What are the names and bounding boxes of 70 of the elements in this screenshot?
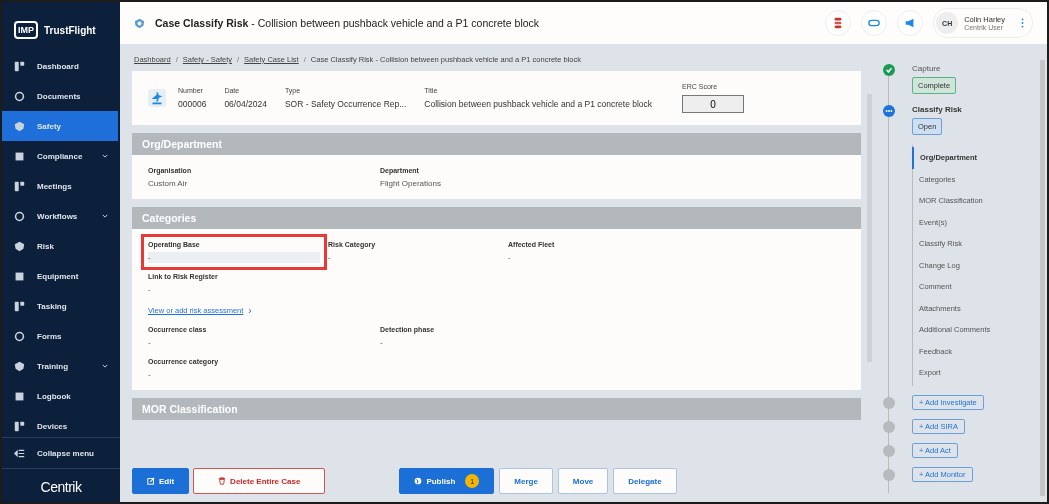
- step-label: Capture: [912, 64, 941, 73]
- step-label: Classify Risk: [912, 105, 962, 114]
- field-value: -: [148, 369, 151, 380]
- announcement-button[interactable]: [897, 10, 924, 36]
- section-header: Categories: [132, 207, 861, 229]
- menu-item-icon: [14, 270, 25, 282]
- menu-item-icon: [14, 120, 25, 132]
- action-button[interactable]: Move: [557, 468, 609, 494]
- chevron-down-icon: [102, 364, 108, 368]
- menu-item-icon: [14, 330, 25, 342]
- page-title: Case Classify Risk - Collision between pushback vehicle and a P1 concrete block: [155, 17, 540, 29]
- chevron-down-icon: [102, 154, 108, 158]
- more-icon: [1021, 18, 1024, 28]
- action-button[interactable]: Delegate: [613, 468, 677, 494]
- menu-item-icon: [14, 420, 25, 432]
- field-value: Flight Operations: [380, 178, 441, 189]
- brand-logo: IMP: [14, 21, 38, 39]
- scrollbar[interactable]: [1040, 60, 1045, 496]
- menu-item-icon: [14, 390, 25, 402]
- sidebar-item[interactable]: Equipment: [2, 261, 120, 291]
- collapse-icon: [14, 447, 25, 459]
- database-button[interactable]: [825, 10, 852, 36]
- footer-logo: Centrik: [40, 479, 82, 495]
- sidebar-item[interactable]: Tasking: [2, 291, 120, 321]
- menu-item-icon: [14, 90, 25, 102]
- link-icon: [868, 17, 881, 29]
- sidebar-item[interactable]: Workflows: [2, 201, 120, 231]
- sidebar-item[interactable]: Dashboard: [2, 51, 120, 81]
- sidebar-item[interactable]: Logbook: [2, 381, 120, 411]
- menu-item-icon: [14, 300, 25, 312]
- edit-icon: [147, 477, 155, 485]
- menu-item-icon: [14, 60, 25, 72]
- collapse-menu-button[interactable]: Collapse menu: [2, 437, 120, 469]
- sidebar-item[interactable]: Risk: [2, 231, 120, 261]
- case-icon: [148, 89, 166, 107]
- sidebar-item[interactable]: Meetings: [2, 171, 120, 201]
- section-header: Org/Department: [132, 133, 861, 155]
- menu-item-icon: [14, 360, 25, 372]
- sidebar-item[interactable]: Compliance: [2, 141, 120, 171]
- field-value: Collision between pushback vehicle and a P1 concrete block: [424, 99, 653, 109]
- globe-icon: [414, 477, 423, 485]
- trash-icon: [218, 477, 227, 485]
- section-header: MOR Classification: [132, 398, 861, 420]
- sidebar-item[interactable]: Forms: [2, 321, 120, 351]
- field-value: -: [508, 252, 511, 263]
- field-value: -: [148, 284, 151, 295]
- field-value: Custom Air: [148, 178, 188, 189]
- link-button[interactable]: [861, 10, 888, 36]
- sidebar-item[interactable]: Training: [2, 351, 120, 381]
- field-value: SOR - Safety Occurrence Rep...: [284, 99, 407, 109]
- field-value: -: [328, 252, 331, 263]
- delete-button[interactable]: Delete Entire Case: [193, 468, 326, 494]
- erc-score-field: 0: [682, 95, 745, 113]
- field-value: -: [148, 252, 320, 263]
- brand-name: TrustFlight: [44, 24, 96, 36]
- shield-icon: [134, 17, 145, 29]
- field-value: -: [380, 337, 383, 348]
- field-value: 000006: [178, 99, 207, 109]
- chevron-down-icon: [102, 214, 108, 218]
- sidebar-item[interactable]: Documents: [2, 81, 120, 111]
- field-value: -: [148, 337, 151, 348]
- menu-item-icon: [14, 240, 25, 252]
- menu-item-icon: [14, 180, 25, 192]
- menu-item-icon: [14, 150, 25, 162]
- action-button[interactable]: Merge: [499, 468, 553, 494]
- chevron-right-icon: ›: [248, 305, 252, 316]
- edit-button[interactable]: Edit: [132, 468, 190, 494]
- field-value: 06/04/2024: [224, 99, 267, 109]
- menu-item-icon: [14, 210, 25, 222]
- sidebar-item[interactable]: Safety: [2, 111, 118, 141]
